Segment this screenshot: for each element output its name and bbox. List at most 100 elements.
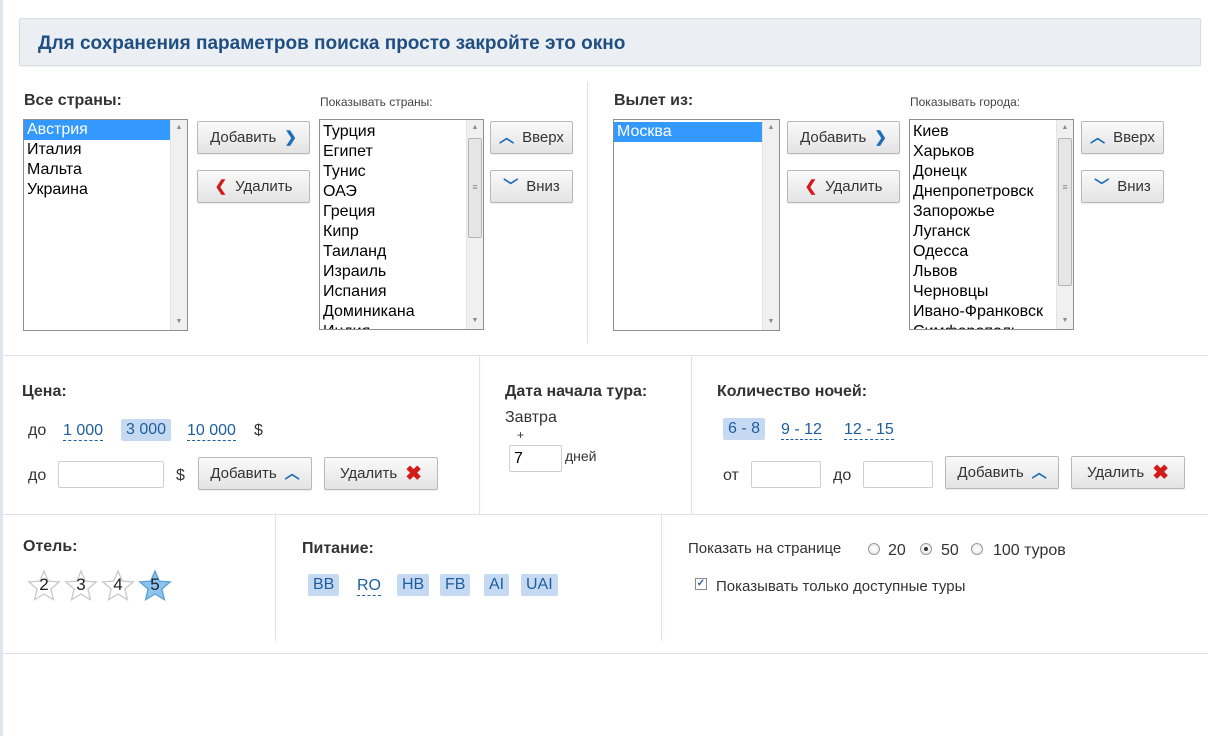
nights-option[interactable]: 12 - 15	[844, 421, 894, 440]
departure-scrollbar[interactable]: ▲ ▼	[762, 120, 779, 330]
city-option[interactable]: Симферополь	[910, 322, 1073, 329]
per-page-radio[interactable]	[971, 543, 983, 555]
star-rating-label: 5	[150, 575, 160, 594]
chevron-up-icon: ︿	[1090, 129, 1106, 146]
remove-price-button[interactable]: Удалить ✖	[324, 457, 438, 490]
city-option[interactable]: Запорожье	[910, 202, 1073, 222]
close-x-icon: ✖	[405, 462, 423, 485]
scroll-down-arrow-icon[interactable]: ▼	[1057, 313, 1073, 329]
shown-countries-list[interactable]: Турция Египет Тунис ОАЭ Греция Кипр Таиланд Изр…	[319, 119, 484, 330]
per-page-radio[interactable]	[920, 543, 932, 555]
country-option[interactable]: Египет	[320, 142, 483, 162]
meal-option-ro[interactable]: RO	[357, 577, 381, 596]
city-option[interactable]: Львов	[910, 262, 1073, 282]
divider	[275, 515, 276, 641]
meal-option-ai[interactable]: AI	[484, 574, 510, 596]
scroll-thumb[interactable]: ≡	[1058, 138, 1072, 286]
city-option[interactable]: Одесса	[910, 242, 1073, 262]
per-page-radio[interactable]	[868, 543, 880, 555]
divider	[479, 356, 480, 514]
city-option[interactable]: Харьков	[910, 142, 1073, 162]
nights-option[interactable]: 9 - 12	[781, 421, 822, 440]
meal-option-fb[interactable]: FB	[440, 574, 471, 596]
country-option[interactable]: Таиланд	[320, 242, 483, 262]
hotel-star-2[interactable]: 2	[27, 569, 61, 603]
per-page-option-label: 50	[941, 542, 959, 559]
city-option[interactable]: Донецк	[910, 162, 1073, 182]
country-option[interactable]: Украина	[24, 180, 187, 200]
city-option[interactable]: Киев	[910, 122, 1073, 142]
scroll-up-arrow-icon[interactable]: ▲	[467, 120, 483, 136]
price-option[interactable]: 3 000	[121, 419, 172, 441]
hotel-star-3[interactable]: 3	[64, 569, 98, 603]
country-option[interactable]: Доминикана	[320, 302, 483, 322]
divider	[3, 355, 1208, 356]
add-nights-button[interactable]: Добавить ︿	[945, 456, 1059, 489]
nights-from-input[interactable]	[751, 461, 821, 488]
chevron-up-icon: ︿	[284, 465, 300, 482]
scroll-up-arrow-icon[interactable]: ▲	[1057, 120, 1073, 136]
city-option[interactable]: Москва	[614, 122, 779, 142]
remove-city-button[interactable]: ❮ Удалить	[787, 170, 900, 203]
hotel-star-5[interactable]: 5	[138, 569, 172, 603]
nights-from-label: от	[723, 467, 739, 484]
remove-country-button[interactable]: ❮ Удалить	[197, 170, 310, 203]
scroll-thumb[interactable]: ≡	[468, 138, 482, 238]
add-country-button[interactable]: Добавить ❯	[197, 121, 310, 154]
custom-price-input[interactable]	[58, 461, 164, 488]
price-option[interactable]: 10 000	[187, 422, 236, 441]
country-option[interactable]: Италия	[24, 140, 187, 160]
remove-nights-button[interactable]: Удалить ✖	[1071, 456, 1185, 489]
price-option[interactable]: 1 000	[63, 422, 104, 441]
move-city-down-button[interactable]: ﹀ Вниз	[1081, 170, 1164, 203]
save-hint-text: Для сохранения параметров поиска просто …	[38, 33, 626, 54]
nights-option[interactable]: 6 - 8	[723, 418, 766, 440]
move-country-down-button[interactable]: ﹀ Вниз	[490, 170, 573, 203]
hotel-star-4[interactable]: 4	[101, 569, 135, 603]
custom-price-prefix: до	[28, 467, 47, 484]
move-country-up-button[interactable]: ︿ Вверх	[490, 121, 573, 154]
meal-option-hb[interactable]: HB	[397, 574, 430, 596]
country-option[interactable]: Кипр	[320, 222, 483, 242]
country-option[interactable]: Израиль	[320, 262, 483, 282]
shown-countries-scrollbar[interactable]: ▲ ≡ ▼	[466, 120, 483, 329]
country-option[interactable]: Тунис	[320, 162, 483, 182]
scroll-down-arrow-icon[interactable]: ▼	[171, 314, 187, 330]
add-city-button[interactable]: Добавить ❯	[787, 121, 900, 154]
scroll-down-arrow-icon[interactable]: ▼	[467, 313, 483, 329]
country-option[interactable]: Австрия	[24, 120, 187, 140]
move-city-up-button[interactable]: ︿ Вверх	[1081, 121, 1164, 154]
scroll-up-arrow-icon[interactable]: ▲	[763, 120, 779, 136]
chevron-right-icon: ❯	[874, 129, 887, 146]
days-input[interactable]: 7	[509, 445, 562, 472]
meal-option-uai[interactable]: UAI	[521, 574, 558, 596]
country-option[interactable]: Греция	[320, 202, 483, 222]
country-option[interactable]: Испания	[320, 282, 483, 302]
shown-countries-label: Показывать страны:	[320, 95, 433, 109]
all-countries-list[interactable]: Австрия Италия Мальта Украина ▲ ▼	[23, 119, 188, 331]
tomorrow-label: Завтра	[505, 409, 557, 426]
departure-city-list[interactable]: Москва ▲ ▼	[613, 119, 780, 331]
chevron-left-icon: ❮	[214, 178, 228, 195]
shown-cities-scrollbar[interactable]: ▲ ≡ ▼	[1056, 120, 1073, 329]
country-option[interactable]: Индия	[320, 322, 483, 329]
nights-to-input[interactable]	[863, 461, 933, 488]
city-option[interactable]: Черновцы	[910, 282, 1073, 302]
country-option[interactable]: Турция	[320, 122, 483, 142]
scroll-up-arrow-icon[interactable]: ▲	[171, 120, 187, 136]
meal-option-bb[interactable]: BB	[308, 574, 340, 596]
shown-cities-list[interactable]: Киев Харьков Донецк Днепропетровск Запорожье…	[909, 119, 1074, 330]
all-countries-scrollbar[interactable]: ▲ ▼	[170, 120, 187, 330]
nights-label: Количество ночей:	[717, 383, 868, 400]
city-option[interactable]: Днепропетровск	[910, 182, 1073, 202]
chevron-right-icon: ❯	[284, 129, 297, 146]
country-option[interactable]: ОАЭ	[320, 182, 483, 202]
add-price-button[interactable]: Добавить ︿	[198, 457, 312, 490]
chevron-up-icon: ︿	[1031, 464, 1047, 481]
city-option[interactable]: Ивано-Франковск	[910, 302, 1073, 322]
custom-price-currency: $	[176, 467, 185, 484]
city-option[interactable]: Луганск	[910, 222, 1073, 242]
only-available-checkbox[interactable]: ✓	[695, 578, 707, 590]
country-option[interactable]: Мальта	[24, 160, 187, 180]
scroll-down-arrow-icon[interactable]: ▼	[763, 314, 779, 330]
